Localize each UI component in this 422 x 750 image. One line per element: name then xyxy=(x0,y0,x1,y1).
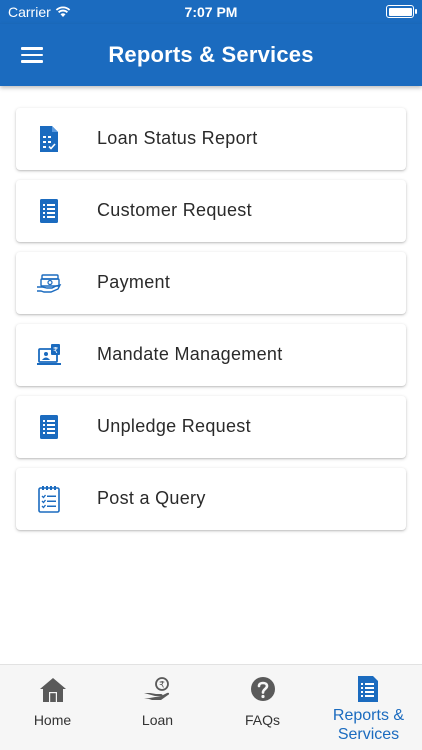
list-item-label: Unpledge Request xyxy=(97,416,251,436)
document-checklist-icon xyxy=(40,126,58,152)
status-bar: Carrier 7:07 PM xyxy=(0,0,422,24)
svg-text:₹: ₹ xyxy=(53,346,58,355)
list-item-label: Payment xyxy=(97,272,171,292)
report-document-icon xyxy=(358,676,378,702)
list-item-payment[interactable]: Payment xyxy=(16,252,406,314)
payment-hand-icon xyxy=(37,274,62,293)
list-item-unpledge-request[interactable]: Unpledge Request xyxy=(16,396,406,458)
tab-label: Home xyxy=(33,712,72,728)
notepad-icon xyxy=(38,486,60,513)
list-item-mandate-management[interactable]: ₹ Mandate Management xyxy=(16,324,406,386)
list-item-label: Loan Status Report xyxy=(97,128,258,148)
tab-label: Reports & Services xyxy=(332,707,405,743)
document-list-icon xyxy=(40,199,58,223)
laptop-rupee-icon: ₹ xyxy=(37,344,61,365)
document-list-icon xyxy=(40,415,58,439)
tab-label: FAQs xyxy=(244,712,280,728)
list-item-post-a-query[interactable]: Post a Query xyxy=(16,468,406,530)
services-list: Loan Status Report Customer Request Paym… xyxy=(16,108,406,540)
svg-text:₹: ₹ xyxy=(159,681,165,691)
loan-hand-icon: ₹ xyxy=(144,677,170,700)
bottom-tab-bar: Home ₹ Loan FAQs Reports & Services xyxy=(0,664,422,750)
battery-icon xyxy=(386,5,417,18)
clock: 7:07 PM xyxy=(184,4,238,20)
list-item-customer-request[interactable]: Customer Request xyxy=(16,180,406,242)
tab-home[interactable]: Home xyxy=(0,665,105,750)
tab-faqs[interactable]: FAQs xyxy=(210,665,315,750)
list-item-loan-status-report[interactable]: Loan Status Report xyxy=(16,108,406,170)
tab-reports-services[interactable]: Reports & Services xyxy=(315,665,422,750)
list-item-label: Post a Query xyxy=(97,488,206,508)
list-item-label: Mandate Management xyxy=(97,344,283,364)
tab-loan[interactable]: ₹ Loan xyxy=(105,665,210,750)
app-bar: Reports & Services xyxy=(0,24,422,86)
question-icon xyxy=(251,677,275,701)
tab-label: Loan xyxy=(141,712,174,728)
list-item-label: Customer Request xyxy=(97,200,252,220)
page-title: Reports & Services xyxy=(108,42,314,67)
home-icon xyxy=(40,678,66,702)
